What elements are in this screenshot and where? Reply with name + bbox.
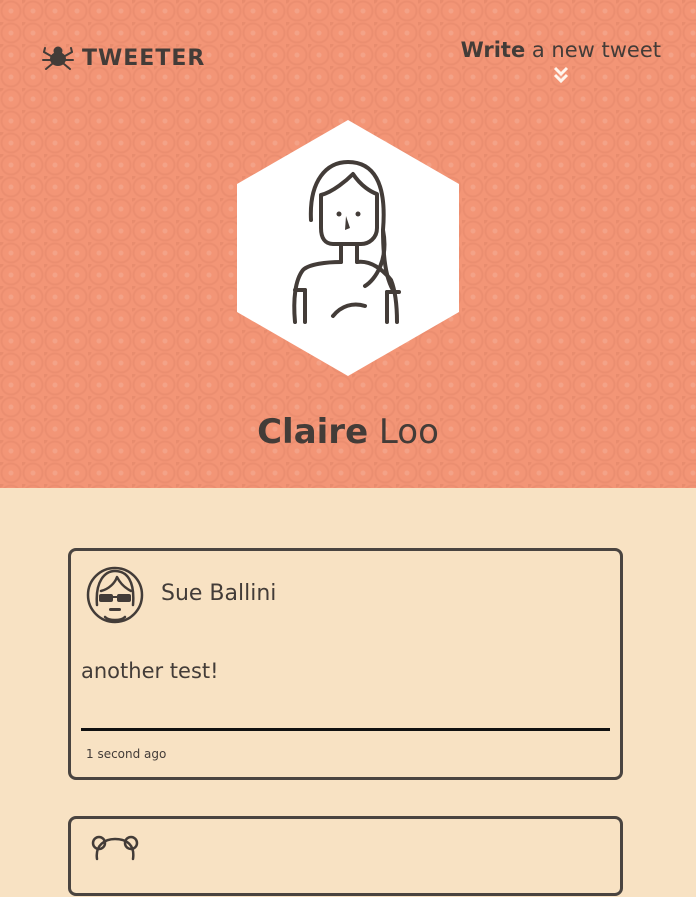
tweet-divider bbox=[81, 728, 610, 731]
user-avatar bbox=[91, 835, 139, 861]
compose-label-rest: a new tweet bbox=[525, 38, 661, 62]
profile-first-name: Claire bbox=[257, 412, 369, 452]
tweet-card: Sue Ballini another test! 1 second ago bbox=[68, 548, 623, 780]
tweet-text: another test! bbox=[81, 659, 219, 683]
compose-tweet-button[interactable]: Write a new tweet bbox=[461, 38, 661, 84]
profile-header: TWEETER Write a new tweet Claire Loo bbox=[0, 0, 696, 488]
tweet-timestamp: 1 second ago bbox=[86, 747, 167, 761]
profile-avatar bbox=[237, 120, 459, 376]
compose-label-bold: Write bbox=[460, 38, 526, 62]
tweet-card bbox=[68, 816, 623, 896]
tweet-author: Sue Ballini bbox=[161, 581, 277, 606]
profile-last-name: Loo bbox=[368, 412, 439, 452]
profile-name: Claire Loo bbox=[0, 412, 696, 452]
brand-name: TWEETER bbox=[82, 45, 206, 71]
user-avatar bbox=[86, 566, 144, 624]
bug-icon bbox=[42, 46, 74, 70]
double-chevron-down-icon bbox=[553, 66, 568, 84]
brand[interactable]: TWEETER bbox=[42, 42, 205, 74]
